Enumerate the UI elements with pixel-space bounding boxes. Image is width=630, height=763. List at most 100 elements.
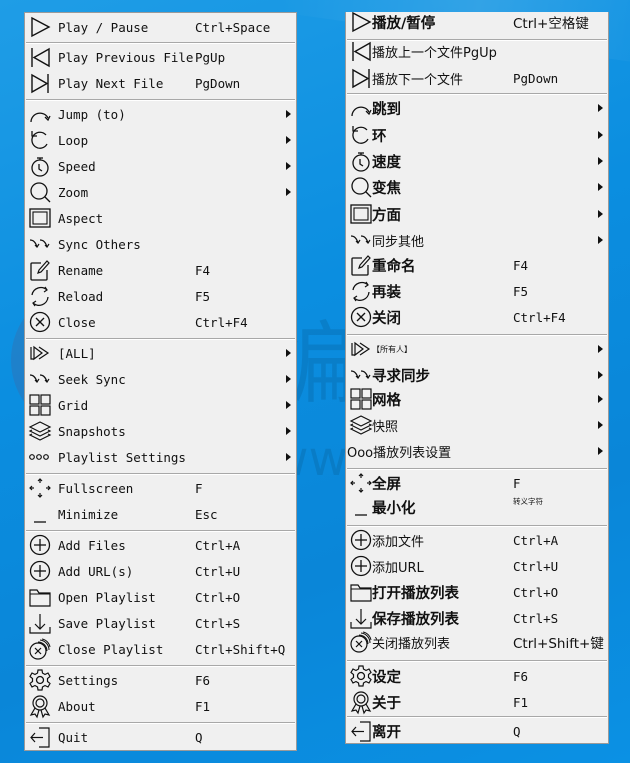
menu-item-保存播放列表[interactable]: 保存播放列表 Ctrl+S (346, 605, 608, 631)
menu-item-label: Settings (58, 672, 119, 688)
menu-separator (347, 39, 607, 41)
menu-item-label: Play / Pause (58, 19, 149, 35)
menu-item-设定[interactable]: 设定 F6 (346, 663, 608, 689)
all-icon (349, 337, 373, 361)
menu-item-离开[interactable]: 离开 Q (346, 718, 608, 744)
menu-item-添加文件[interactable]: 添加文件 Ctrl+A (346, 527, 608, 553)
menu-item-shortcut: F5 (513, 283, 529, 299)
sync-icon (349, 363, 373, 387)
minimize-icon (28, 502, 52, 526)
menu-item-变焦[interactable]: 变焦 (346, 174, 608, 200)
menu-item-jump-to[interactable]: Jump (to) (25, 101, 296, 127)
menu-item-播放-暂停[interactable]: 播放/暂停 Ctrl+空格键 (346, 9, 608, 35)
menu-item-close-playlist[interactable]: Close Playlist Ctrl+Shift+Q (25, 636, 296, 662)
menu-item-shortcut: Ctrl+Shift+键 (513, 636, 604, 652)
menu-item-网格[interactable]: 网格 (346, 386, 608, 412)
menu-item-播放上一个文件pgup[interactable]: 播放上一个文件PgUp (346, 38, 608, 64)
menu-item-add-files[interactable]: Add Files Ctrl+A (25, 532, 296, 558)
context-menu-english: Play / Pause Ctrl+Space Play Previous File… (24, 12, 297, 751)
menu-item-minimize[interactable]: Minimize Esc (25, 501, 296, 527)
menu-item-play-pause[interactable]: Play / Pause Ctrl+Space (25, 14, 296, 40)
menu-item-打开播放列表[interactable]: 打开播放列表 Ctrl+O (346, 579, 608, 605)
menu-item-关于[interactable]: 关于 F1 (346, 689, 608, 715)
menu-separator (26, 338, 295, 340)
menu-item-label: 添加文件 (372, 534, 425, 550)
submenu-arrow-icon (286, 453, 291, 461)
close-playlist-icon (28, 637, 52, 661)
menu-item-label: Loop (58, 132, 89, 148)
menu-item-close[interactable]: Close Ctrl+F4 (25, 309, 296, 335)
menu-item-关闭播放列表[interactable]: 关闭播放列表 Ctrl+Shift+键 (346, 629, 608, 655)
menu-item-label: 播放下一个文件 (372, 72, 464, 88)
menu-item-loop[interactable]: Loop (25, 127, 296, 153)
menu-item-label: 播放上一个文件PgUp (372, 45, 497, 61)
menu-item-label: 关闭播放列表 (372, 636, 451, 652)
menu-item-跳到[interactable]: 跳到 (346, 95, 608, 121)
menu-item-reload[interactable]: Reload F5 (25, 283, 296, 309)
menu-item-label: Aspect (58, 210, 104, 226)
menu-item-label: 寻求同步 (372, 368, 430, 385)
menu-item-播放下一个文件[interactable]: 播放下一个文件 PgDown (346, 65, 608, 91)
menu-item-all[interactable]: [ALL] (25, 340, 296, 366)
menu-item-速度[interactable]: 速度 (346, 148, 608, 174)
menu-item-label: Fullscreen (58, 480, 134, 496)
menu-item-add-url-s[interactable]: Add URL(s) Ctrl+U (25, 558, 296, 584)
menu-item-shortcut: PgDown (195, 75, 241, 91)
menu-item-shortcut: Ctrl+S (513, 610, 559, 626)
menu-item-fullscreen[interactable]: Fullscreen F (25, 475, 296, 501)
menu-item-play-next-file[interactable]: Play Next File PgDown (25, 70, 296, 96)
menu-item-最小化[interactable]: 最小化 转义字符 (346, 494, 608, 520)
menu-item-所有人[interactable]: 【所有人】 (346, 336, 608, 362)
menu-item-shortcut: 转义字符 (513, 496, 543, 506)
menu-item-zoom[interactable]: Zoom (25, 179, 296, 205)
menu-item-speed[interactable]: Speed (25, 153, 296, 179)
menu-item-环[interactable]: 环 (346, 122, 608, 148)
menu-item-sync-others[interactable]: Sync Others (25, 231, 296, 257)
submenu-arrow-icon (598, 236, 603, 244)
speed-icon (349, 149, 373, 173)
menu-item-重命名[interactable]: 重命名 F4 (346, 252, 608, 278)
menu-item-quit[interactable]: Quit Q (25, 724, 296, 750)
menu-item-grid[interactable]: Grid (25, 392, 296, 418)
menu-item-label: Sync Others (58, 236, 141, 252)
menu-item-方面[interactable]: 方面 (346, 201, 608, 227)
menu-item-快照[interactable]: 快照 (346, 412, 608, 438)
add-icon (349, 554, 373, 578)
menu-item-关闭[interactable]: 关闭 Ctrl+F4 (346, 304, 608, 330)
menu-item-shortcut: F6 (195, 672, 211, 688)
menu-item-label: Play Previous File (58, 49, 194, 65)
speed-icon (28, 154, 52, 178)
menu-item-save-playlist[interactable]: Save Playlist Ctrl+S (25, 610, 296, 636)
menu-item-snapshots[interactable]: Snapshots (25, 418, 296, 444)
menu-item-play-previous-file[interactable]: Play Previous File PgUp (25, 44, 296, 70)
menu-item-label: 添加URL (372, 560, 424, 576)
menu-item-label: 打开播放列表 (372, 585, 459, 602)
menu-item-全屏[interactable]: 全屏 F (346, 470, 608, 496)
submenu-arrow-icon (286, 136, 291, 144)
menu-item-label: Seek Sync (58, 371, 126, 387)
menu-item-寻求同步[interactable]: 寻求同步 (346, 362, 608, 388)
menu-item-open-playlist[interactable]: Open Playlist Ctrl+O (25, 584, 296, 610)
menu-separator (26, 665, 295, 667)
menu-item-aspect[interactable]: Aspect (25, 205, 296, 231)
menu-item-rename[interactable]: Rename F4 (25, 257, 296, 283)
play-next-icon (349, 66, 373, 90)
menu-item-settings[interactable]: Settings F6 (25, 667, 296, 693)
menu-item-shortcut: Q (513, 723, 521, 739)
menu-item-playlist-settings[interactable]: Playlist Settings (25, 444, 296, 470)
submenu-arrow-icon (286, 110, 291, 118)
menu-item-seek-sync[interactable]: Seek Sync (25, 366, 296, 392)
menu-item-添加url[interactable]: 添加URL Ctrl+U (346, 553, 608, 579)
menu-item-ooo播放列表设置[interactable]: Ooo播放列表设置 (346, 438, 608, 464)
aspect-icon (28, 206, 52, 230)
play-previous-icon (349, 39, 373, 63)
all-icon (28, 341, 52, 365)
menu-item-shortcut: F1 (513, 694, 529, 710)
menu-item-再装[interactable]: 再装 F5 (346, 278, 608, 304)
menu-item-同步其他[interactable]: 同步其他 (346, 227, 608, 253)
menu-item-label: 跳到 (372, 101, 401, 118)
menu-item-label: Minimize (58, 506, 119, 522)
menu-item-about[interactable]: About F1 (25, 693, 296, 719)
menu-item-label: 网格 (372, 392, 401, 409)
menu-item-shortcut: Esc (195, 506, 218, 522)
